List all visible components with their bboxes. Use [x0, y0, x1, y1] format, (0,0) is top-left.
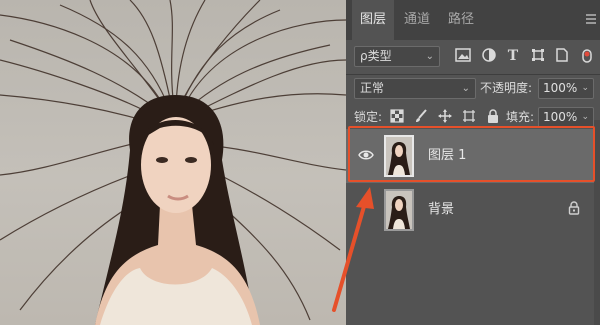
type-filter-icon[interactable]: T [504, 47, 522, 65]
lock-pixels-icon[interactable] [388, 109, 406, 127]
fill-value: 100% [543, 110, 578, 124]
right-eye [185, 157, 197, 163]
tab-paths[interactable]: 路径 [440, 0, 482, 40]
shape-filter-icon[interactable] [529, 48, 547, 66]
lock-label: 锁定: [354, 110, 383, 124]
filter-toggle-icon[interactable] [578, 49, 596, 67]
chevron-down-icon: ⌄ [461, 83, 470, 94]
blend-row: 正常 ⌄ 不透明度: 100% ⌄ [346, 78, 600, 100]
opacity-label: 不透明度: [480, 81, 533, 95]
fill-label: 填充: [506, 110, 535, 124]
smart-object-filter-icon[interactable] [553, 48, 571, 66]
lock-paint-icon[interactable] [412, 109, 430, 127]
layer-thumbnail [384, 189, 414, 231]
blend-mode-value: 正常 [360, 81, 385, 95]
lock-artboard-icon[interactable] [460, 109, 478, 127]
filter-row: ρ类型 ⌄ T [346, 46, 600, 68]
adjustment-filter-icon[interactable] [480, 48, 498, 66]
layer-row-background[interactable]: 背景 [346, 183, 600, 237]
document-canvas[interactable] [0, 0, 346, 325]
chevron-down-icon: ⌄ [581, 112, 589, 122]
filter-type-select[interactable]: ρ类型 ⌄ [354, 46, 440, 67]
image-filter-icon[interactable] [454, 48, 472, 66]
lock-position-icon[interactable] [436, 109, 454, 127]
opacity-value: 100% [543, 81, 578, 95]
divider [346, 74, 600, 75]
lock-icon [568, 201, 582, 217]
fill-input[interactable]: 100% ⌄ [538, 107, 594, 128]
chevron-down-icon: ⌄ [425, 51, 434, 62]
chevron-down-icon: ⌄ [581, 83, 589, 93]
opacity-input[interactable]: 100% ⌄ [538, 78, 594, 99]
portrait-photo [0, 0, 346, 325]
tab-channels[interactable]: 通道 [396, 0, 438, 40]
panel-tabs: 图层 通道 路径 [346, 0, 600, 40]
blend-mode-select[interactable]: 正常 ⌄ [354, 78, 476, 99]
layer-name[interactable]: 背景 [428, 183, 454, 237]
tab-layers[interactable]: 图层 [352, 0, 395, 40]
highlight-box [348, 126, 595, 182]
panel-menu-icon[interactable] [586, 12, 596, 28]
left-eye [156, 157, 168, 163]
filter-type-label: ρ类型 [360, 49, 392, 63]
annotation-arrow [332, 187, 374, 312]
lock-all-icon[interactable] [484, 109, 502, 127]
